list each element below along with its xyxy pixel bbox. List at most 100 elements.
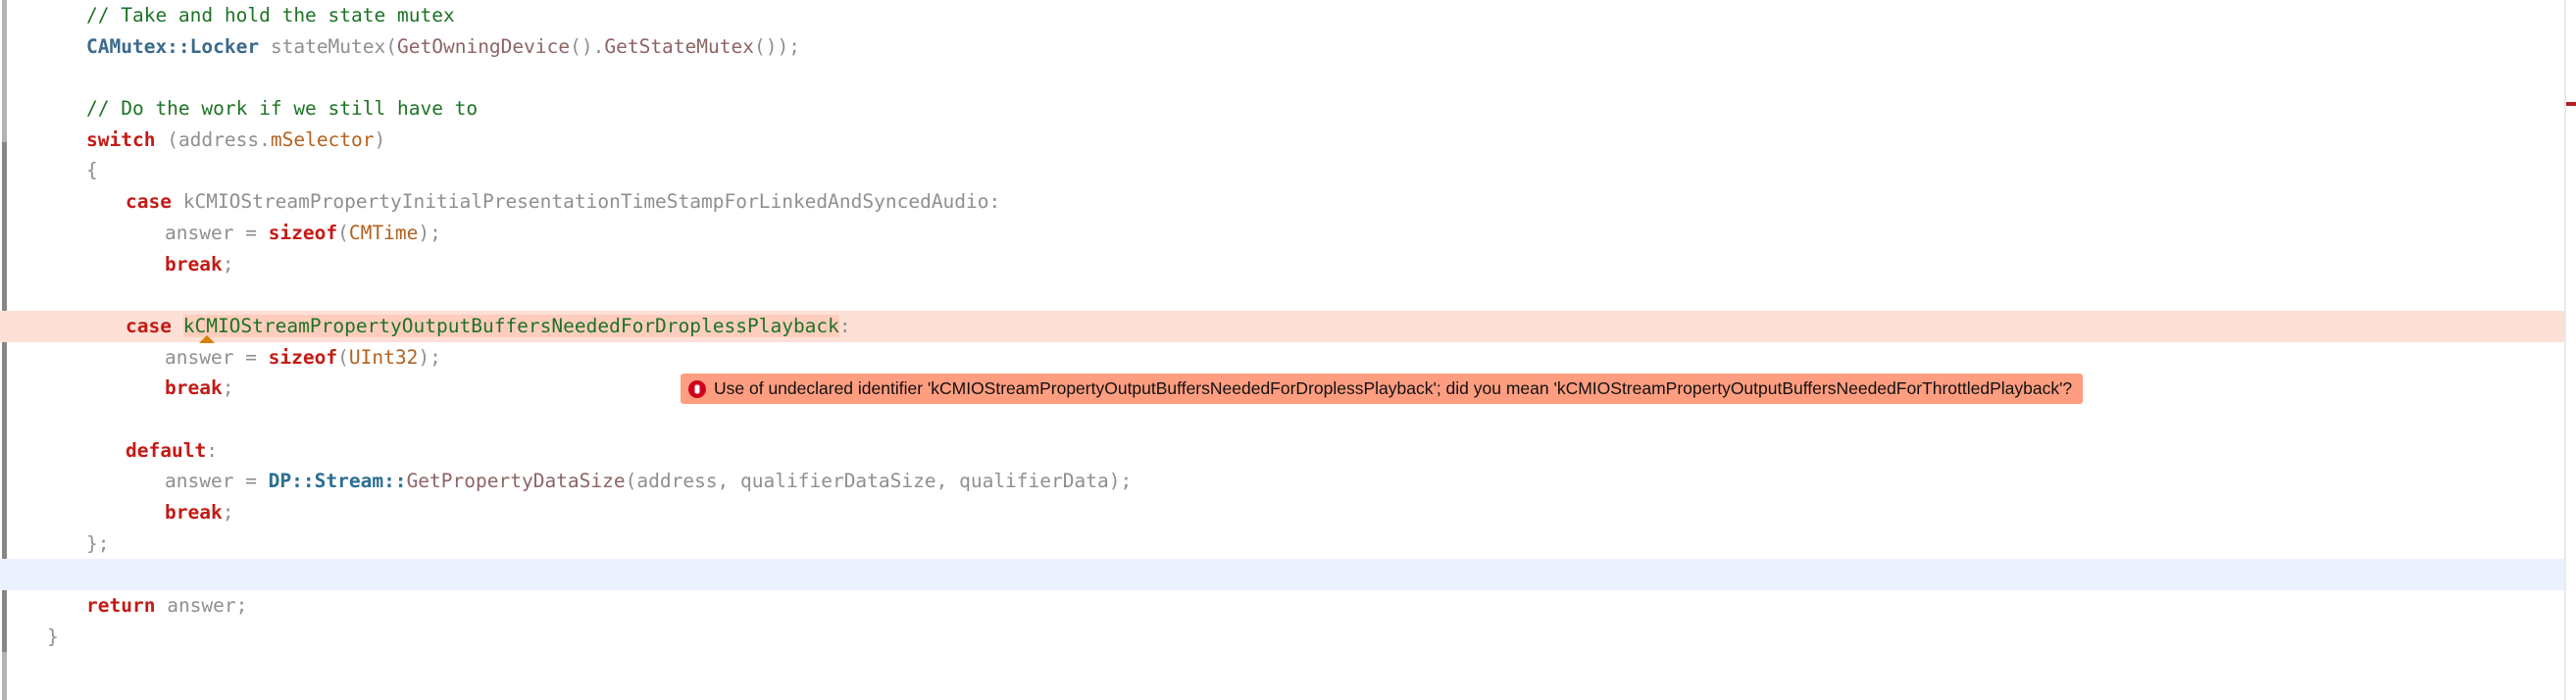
code-token: GetOwningDevice	[397, 34, 571, 58]
code-line-content: return answer;	[86, 590, 247, 622]
code-token: answer =	[165, 470, 269, 493]
code-line-content	[86, 404, 98, 435]
code-line-content: answer = DP::Stream::GetPropertyDataSize…	[165, 466, 1132, 497]
code-token: :	[988, 190, 1001, 214]
code-token: // Take and hold the state mutex	[86, 4, 455, 26]
code-line-content: answer = sizeof(UInt32);	[165, 342, 441, 374]
code-token: DP::Stream::	[268, 470, 407, 493]
code-token: ;	[222, 501, 234, 524]
right-rail-error-marker[interactable]	[2566, 102, 2576, 106]
right-scroll-rail[interactable]	[2564, 0, 2576, 700]
code-token: stateMutex	[270, 34, 386, 58]
code-line-content: break;	[165, 497, 233, 528]
code-editor[interactable]: // Take and hold the state mutex CAMutex:…	[0, 0, 2576, 700]
code-line[interactable]: default:	[0, 435, 2576, 467]
code-text-area[interactable]: // Take and hold the state mutex CAMutex:…	[0, 0, 2576, 700]
code-token: answer =	[165, 221, 269, 244]
code-line-content: case kCMIOStreamPropertyOutputBuffersNee…	[126, 311, 851, 342]
code-token: return	[86, 594, 156, 618]
code-token: break	[165, 252, 223, 275]
code-line[interactable]	[0, 62, 2576, 93]
code-token: // Do the work if we still have to	[86, 97, 479, 121]
code-line[interactable]	[0, 404, 2576, 435]
code-line-content	[86, 559, 98, 590]
code-line[interactable]	[0, 559, 2576, 591]
code-token: mSelector	[270, 127, 375, 151]
code-token: case	[126, 314, 172, 337]
code-token: CMTime	[348, 221, 419, 244]
code-line[interactable]	[0, 279, 2576, 311]
code-token: CAMutex::Locker	[86, 34, 260, 58]
code-line-content: CAMutex::Locker stateMutex(GetOwningDevi…	[86, 31, 800, 63]
code-line[interactable]: break;	[0, 249, 2576, 280]
code-token: {	[86, 159, 98, 182]
code-line[interactable]: CAMutex::Locker stateMutex(GetOwningDevi…	[0, 31, 2576, 63]
code-token: }	[47, 625, 59, 648]
code-token: break	[165, 376, 223, 400]
code-token: default	[126, 438, 207, 462]
code-line[interactable]: case kCMIOStreamPropertyOutputBuffersNee…	[0, 310, 2576, 343]
code-line-content	[86, 62, 98, 93]
code-token: );	[418, 345, 441, 369]
code-token: :	[838, 314, 851, 337]
code-token: :	[206, 438, 218, 462]
code-token: (	[385, 34, 398, 58]
code-token: ().	[570, 34, 605, 58]
code-token: GetPropertyDataSize	[406, 470, 626, 493]
code-token: sizeof	[268, 221, 338, 244]
code-token: (	[625, 470, 637, 493]
code-token: )	[374, 127, 386, 151]
code-line[interactable]: // Do the work if we still have to	[0, 93, 2576, 125]
code-line[interactable]: answer = sizeof(CMTime);	[0, 218, 2576, 249]
code-line-content: answer = sizeof(CMTime);	[165, 218, 441, 249]
code-line-content: // Do the work if we still have to	[86, 93, 478, 125]
error-caret-marker-icon	[199, 334, 215, 343]
code-token: (	[337, 221, 349, 244]
code-token: address, qualifierDataSize, qualifierDat…	[636, 470, 1109, 493]
code-line[interactable]: answer = DP::Stream::GetPropertyDataSize…	[0, 466, 2576, 497]
code-token: kCMIOStreamPropertyInitialPresentationTi…	[182, 190, 989, 214]
code-line[interactable]: {	[0, 155, 2576, 186]
code-token: kCMIOStreamPropertyOutputBuffersNeededFo…	[182, 314, 839, 337]
code-token: case	[126, 190, 172, 214]
code-line-content	[86, 279, 98, 311]
code-token: UInt32	[348, 345, 419, 369]
code-token: sizeof	[268, 345, 338, 369]
code-line-content: // Take and hold the state mutex	[86, 0, 455, 31]
code-token: switch	[86, 127, 156, 151]
code-token: answer;	[167, 594, 248, 618]
code-token: answer =	[165, 345, 269, 369]
code-token: GetStateMutex	[604, 34, 754, 58]
code-line-content: {	[86, 155, 98, 186]
inline-error-annotation[interactable]: Use of undeclared identifier 'kCMIOStrea…	[681, 374, 2084, 404]
error-message-text: Use of undeclared identifier 'kCMIOStrea…	[714, 377, 2073, 398]
code-line-content: break;	[165, 373, 233, 404]
code-line-content: break;	[165, 249, 233, 280]
code-line[interactable]: }	[0, 622, 2576, 653]
code-token: };	[86, 531, 110, 555]
code-token: ;	[222, 376, 234, 400]
code-token: );	[1108, 470, 1133, 493]
code-token: address.	[177, 127, 271, 151]
code-line[interactable]: return answer;	[0, 590, 2576, 622]
code-line[interactable]: switch (address.mSelector)	[0, 125, 2576, 156]
code-line[interactable]: case kCMIOStreamPropertyInitialPresentat…	[0, 186, 2576, 218]
code-line[interactable]: };	[0, 528, 2576, 560]
code-line[interactable]: break;	[0, 497, 2576, 528]
code-line-content: case kCMIOStreamPropertyInitialPresentat…	[126, 186, 1000, 218]
code-line-content: default:	[126, 435, 218, 467]
code-token: (	[337, 345, 349, 369]
code-token: );	[418, 221, 441, 244]
code-token: ());	[753, 34, 800, 58]
code-token: (	[155, 127, 178, 151]
code-line[interactable]: // Take and hold the state mutex	[0, 0, 2576, 31]
code-line-content: };	[86, 528, 109, 560]
code-token: ;	[222, 252, 234, 275]
code-line[interactable]: answer = sizeof(UInt32);	[0, 342, 2576, 374]
code-line-content: switch (address.mSelector)	[86, 125, 385, 156]
error-badge-icon	[688, 379, 706, 398]
